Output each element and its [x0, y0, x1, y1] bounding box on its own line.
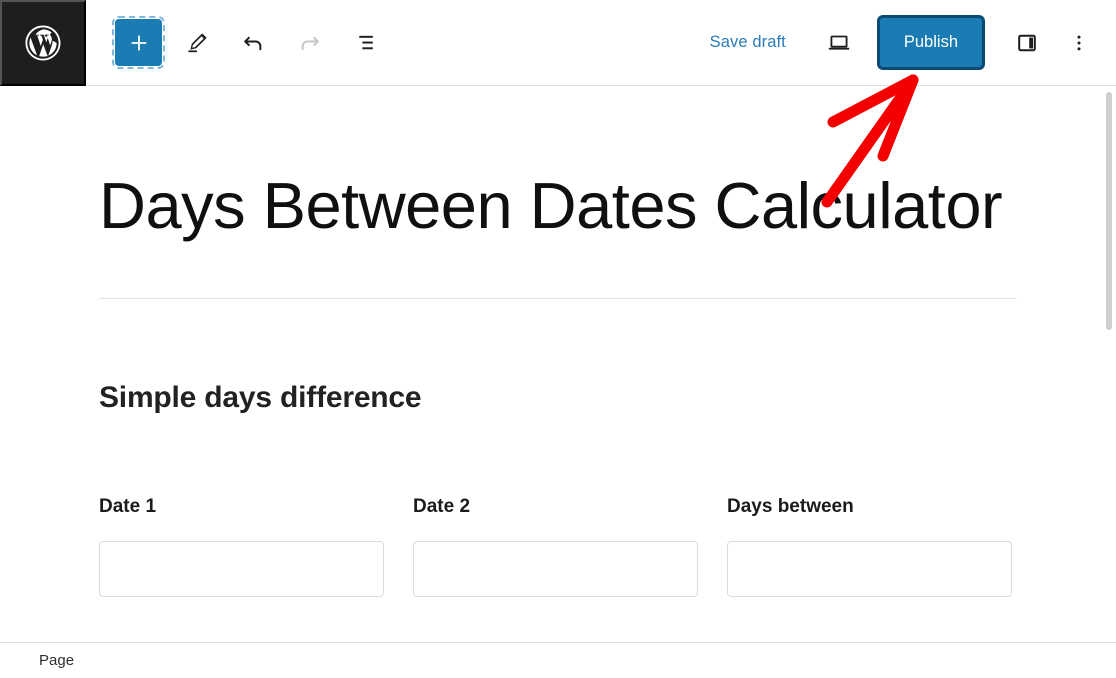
canvas-scrollbar[interactable] [1101, 87, 1116, 642]
toolbar-left-group [86, 16, 386, 69]
page-title[interactable]: Days Between Dates Calculator [99, 86, 1017, 240]
label-days-between: Days between [727, 496, 854, 518]
list-view-glyph [358, 35, 373, 50]
editor-canvas[interactable]: Days Between Dates Calculator Simple day… [0, 86, 1116, 642]
wordpress-block-editor: Save draft Publish Days Between Dates Ca… [0, 0, 1116, 678]
input-date-1[interactable] [99, 541, 384, 598]
sidebar-panel-glyph [1018, 34, 1036, 51]
undo-glyph [243, 36, 261, 51]
field-group-days-between: Days between [727, 496, 1041, 598]
pencil-glyph [187, 33, 207, 53]
ellipsis-vertical-glyph [1077, 35, 1081, 50]
wordpress-logo-icon[interactable] [0, 0, 86, 86]
more-options-ellipsis-icon[interactable] [1058, 22, 1100, 64]
document-overview-icon[interactable] [344, 22, 386, 64]
content-column: Days Between Dates Calculator Simple day… [99, 86, 1017, 598]
input-date-2[interactable] [413, 541, 698, 598]
date-fields-row: Date 1 Date 2 Days between [99, 415, 1017, 598]
section-heading[interactable]: Simple days difference [99, 299, 1017, 415]
settings-sidebar-icon[interactable] [1006, 22, 1048, 64]
save-draft-button[interactable]: Save draft [700, 27, 796, 58]
toolbar-right-group: Save draft Publish [700, 18, 1116, 67]
field-group-date-2: Date 2 [413, 496, 727, 598]
block-breadcrumb-bar: Page [0, 642, 1116, 678]
redo-arrow-icon[interactable] [288, 22, 330, 64]
editor-toolbar: Save draft Publish [0, 0, 1116, 86]
label-date-1: Date 1 [99, 496, 157, 518]
scrollbar-thumb[interactable] [1106, 92, 1112, 330]
redo-glyph [301, 36, 319, 51]
pencil-edit-icon[interactable] [176, 22, 218, 64]
input-days-between[interactable] [727, 541, 1012, 598]
desktop-preview-icon[interactable] [818, 22, 860, 64]
publish-button[interactable]: Publish [879, 18, 982, 67]
laptop-glyph [828, 35, 850, 50]
wordpress-logo-glyph [25, 25, 61, 60]
label-date-2: Date 2 [413, 496, 471, 518]
add-block-icon[interactable] [112, 16, 165, 69]
field-group-date-1: Date 1 [99, 496, 413, 598]
breadcrumb-page[interactable]: Page [0, 651, 80, 670]
plus-icon [131, 35, 146, 50]
undo-arrow-icon[interactable] [232, 22, 274, 64]
